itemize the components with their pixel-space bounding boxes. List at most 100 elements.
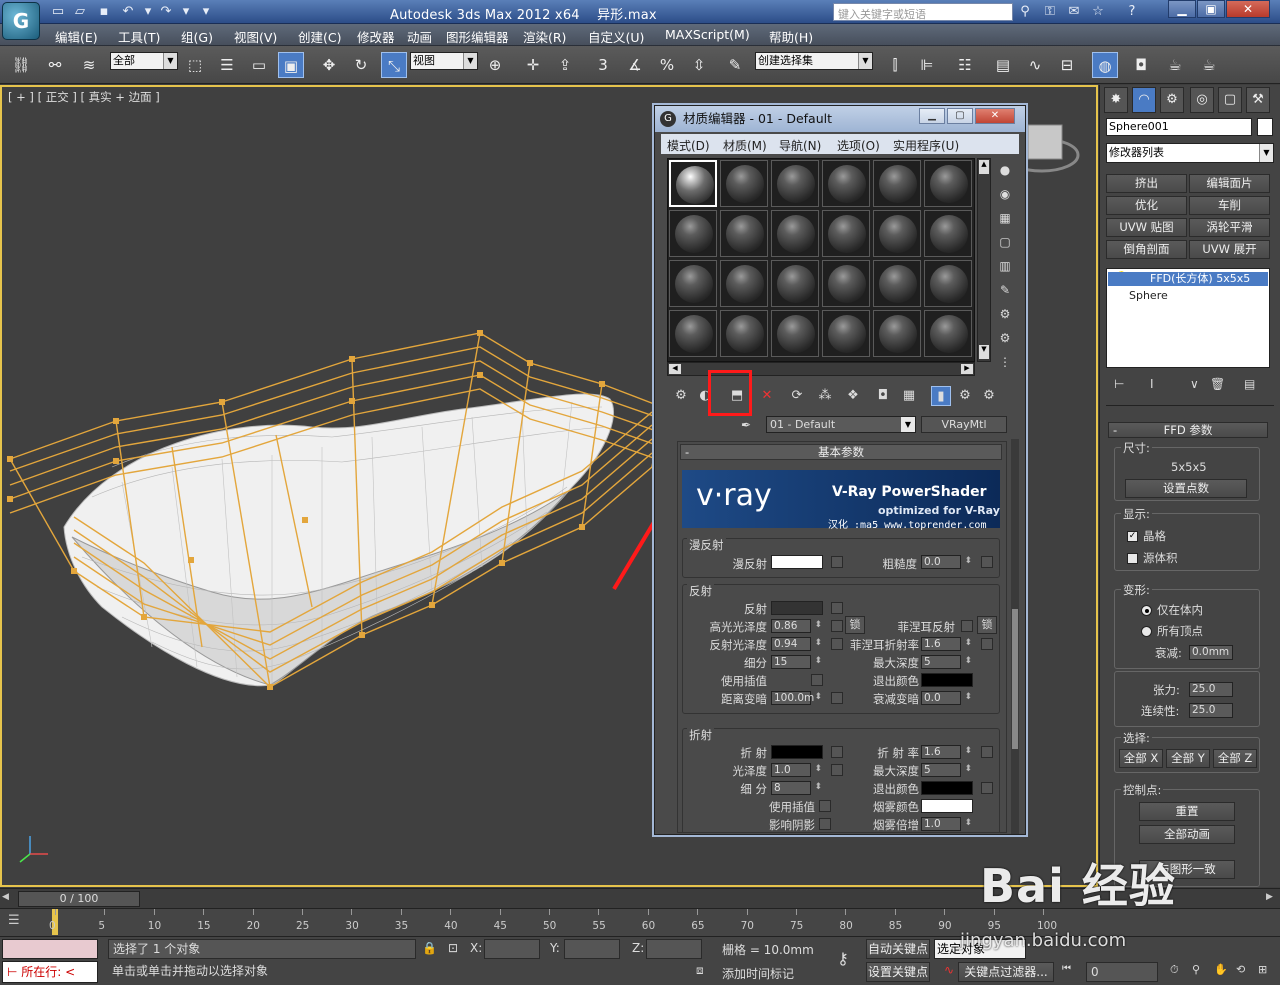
open-file-icon[interactable]: ▱ [70, 3, 90, 21]
put-to-library-icon[interactable]: ❖ [843, 386, 863, 406]
close-button[interactable]: ✕ [1226, 0, 1270, 18]
sample-slots[interactable] [667, 158, 975, 362]
layer-manager-icon[interactable]: ☷ [952, 52, 978, 78]
edit-named-selection-icon[interactable]: ✎ [722, 52, 748, 78]
ffd-params-rollout[interactable]: - FFD 参数 [1108, 422, 1268, 438]
menu-maxscript[interactable]: MAXScript(M) [665, 27, 750, 42]
menu-animation[interactable]: 动画 [407, 27, 432, 46]
percent-snap-icon[interactable]: % [654, 52, 680, 78]
select-by-name-icon[interactable]: ☰ [214, 52, 240, 78]
only-in-volume-radio[interactable] [1141, 605, 1152, 616]
hilight-gloss-spinner[interactable]: 0.86 [771, 619, 822, 633]
reset-map-icon[interactable]: ✕ [757, 386, 777, 406]
all-vertices-radio[interactable] [1141, 626, 1152, 637]
refract-subdivs-spinner[interactable]: 8 [771, 781, 822, 795]
selection-filter-dropdown[interactable]: 全部 ▼ [110, 52, 178, 70]
time-tag-icon[interactable]: ⧈ [696, 963, 714, 981]
uv-tiling-icon[interactable]: ▢ [995, 232, 1015, 252]
hilight-gloss-map-button[interactable] [831, 620, 843, 632]
lathe-button[interactable]: 车削 [1189, 196, 1270, 215]
app-logo[interactable]: G [2, 2, 40, 40]
reflect-map-button[interactable] [831, 602, 843, 614]
fog-color-swatch[interactable] [921, 799, 973, 813]
mirror-icon[interactable]: ⫿ [882, 52, 908, 78]
set-points-button[interactable]: 设置点数 [1125, 479, 1247, 498]
continuity-spinner[interactable]: 25.0 [1189, 703, 1233, 718]
mat-menu-navigation[interactable]: 导航(N) [779, 137, 821, 154]
material-slot[interactable] [873, 160, 921, 207]
material-slot[interactable] [720, 310, 768, 357]
material-name-field[interactable]: 01 - Default ▼ [766, 416, 916, 433]
new-file-icon[interactable]: ▭ [48, 3, 68, 21]
snap-toggle-icon[interactable]: 3 [590, 52, 616, 78]
dim-distance-spinner[interactable]: 100.0m [771, 691, 822, 705]
schematic-view-icon[interactable]: ⊟ [1054, 52, 1080, 78]
mat-menu-options[interactable]: 选项(O) [837, 137, 880, 154]
maxscript-listener[interactable] [2, 939, 98, 959]
material-slot[interactable] [669, 260, 717, 307]
keyboard-shortcut-override-icon[interactable]: ⇪ [552, 52, 578, 78]
graphite-ribbon-icon[interactable]: ▤ [990, 52, 1016, 78]
go-to-start-icon[interactable]: ⏮ [1062, 963, 1084, 981]
hilight-lock-button[interactable]: 锁 [845, 616, 865, 634]
scroll-right-icon[interactable]: ▶ [961, 364, 973, 374]
help-icon[interactable]: ? [1122, 3, 1142, 21]
key-mode-icon[interactable]: ∿ [944, 963, 958, 981]
menu-customize[interactable]: 自定义(U) [588, 27, 644, 46]
rotate-icon[interactable]: ↻ [348, 52, 374, 78]
material-slot[interactable] [771, 310, 819, 357]
extrude-button[interactable]: 挤出 [1106, 174, 1187, 193]
motion-tab-icon[interactable]: ◎ [1190, 87, 1214, 113]
reflect-exit-color-swatch[interactable] [921, 673, 973, 687]
menu-modifiers[interactable]: 修改器 [357, 27, 395, 46]
remove-modifier-icon[interactable]: 🗑 [1210, 377, 1225, 391]
material-type-button[interactable]: VRayMtl [921, 416, 1007, 433]
animate-all-button[interactable]: 全部动画 [1139, 825, 1235, 844]
render-setup-icon[interactable]: ◘ [1128, 52, 1154, 78]
material-slot[interactable] [771, 210, 819, 257]
mat-maximize-button[interactable]: ▢ [947, 108, 973, 124]
ior-spinner[interactable]: 1.6 [921, 745, 972, 759]
modifier-stack[interactable]: 💡 + FFD(长方体) 5x5x5 Sphere [1106, 268, 1270, 368]
undo-icon[interactable]: ↶ [118, 3, 138, 21]
link-icon[interactable]: ⛓ [8, 52, 34, 78]
create-tab-icon[interactable]: ✸ [1104, 87, 1128, 113]
orbit-icon[interactable]: ⟲ [1236, 963, 1254, 981]
rect-selection-icon[interactable]: ▭ [246, 52, 272, 78]
align-icon[interactable]: ⊫ [914, 52, 940, 78]
select-by-material-icon[interactable]: ⚙ [995, 328, 1015, 348]
sample-type-icon[interactable]: ● [995, 160, 1015, 180]
all-z-button[interactable]: 全部 Z [1213, 749, 1257, 768]
go-to-parent-icon[interactable]: ⚙ [955, 386, 975, 406]
material-slot[interactable] [822, 210, 870, 257]
x-coordinate-field[interactable] [484, 939, 540, 959]
affect-shadows-checkbox[interactable] [819, 818, 831, 830]
dim-distance-checkbox[interactable] [831, 692, 843, 704]
selection-lock-icon[interactable]: 🔒 [422, 941, 437, 957]
curve-editor-icon[interactable]: ∿ [1022, 52, 1048, 78]
lattice-checkbox[interactable]: ✓ [1127, 531, 1138, 542]
material-slot[interactable] [924, 160, 972, 207]
render-production-icon[interactable]: ☕ [1196, 52, 1222, 78]
all-y-button[interactable]: 全部 Y [1166, 749, 1210, 768]
refract-max-depth-spinner[interactable]: 5 [921, 763, 972, 777]
menu-rendering[interactable]: 渲染(R) [523, 27, 566, 46]
configure-sets-icon[interactable]: ▤ [1244, 377, 1255, 391]
unwrap-uvw-button[interactable]: UVW 展开 [1189, 240, 1270, 259]
tension-spinner[interactable]: 25.0 [1189, 682, 1233, 697]
menu-tools[interactable]: 工具(T) [118, 27, 160, 46]
hierarchy-tab-icon[interactable]: ⚙ [1160, 87, 1184, 113]
subscription-icon[interactable]: ⚿ [1040, 3, 1060, 21]
make-unique-icon[interactable]: ∨ [1190, 377, 1199, 391]
dim-falloff-spinner[interactable]: 0.0 [921, 691, 972, 705]
time-slider-thumb[interactable]: 0 / 100 [18, 891, 140, 907]
refl-gloss-spinner[interactable]: 0.94 [771, 637, 822, 651]
select-object-icon[interactable]: ⬚ [182, 52, 208, 78]
refl-gloss-map-button[interactable] [831, 638, 843, 650]
object-color-swatch[interactable] [1257, 118, 1273, 136]
redo-dropdown-icon[interactable]: ▾ [176, 3, 196, 21]
undo-dropdown-icon[interactable]: ▾ [138, 3, 158, 21]
fresnel-ior-map-button[interactable] [981, 638, 993, 650]
all-x-button[interactable]: 全部 X [1119, 749, 1163, 768]
reset-button[interactable]: 重置 [1139, 802, 1235, 821]
